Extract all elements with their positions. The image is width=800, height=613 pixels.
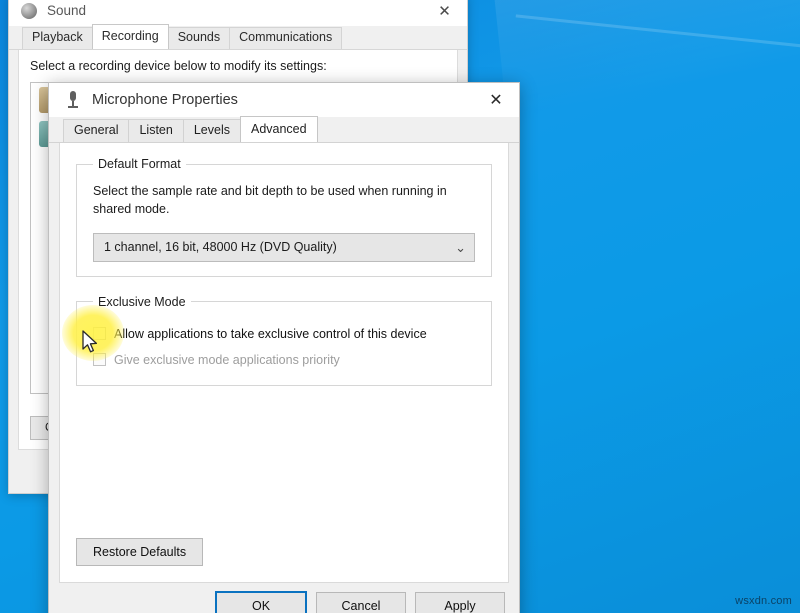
sound-tabstrip: Playback Recording Sounds Communications bbox=[9, 26, 467, 50]
exclusive-priority-checkbox bbox=[93, 353, 106, 366]
default-format-description: Select the sample rate and bit depth to … bbox=[93, 183, 477, 219]
exclusive-priority-label: Give exclusive mode applications priorit… bbox=[114, 353, 340, 367]
microphone-icon bbox=[66, 91, 80, 109]
microphone-properties-dialog: Microphone Properties ✕ General Listen L… bbox=[48, 82, 520, 613]
cancel-button[interactable]: Cancel bbox=[316, 592, 406, 613]
exclusive-mode-group: Exclusive Mode Allow applications to tak… bbox=[76, 295, 492, 386]
recording-instruction: Select a recording device below to modif… bbox=[30, 59, 446, 73]
site-watermark: wsxdn.com bbox=[735, 595, 792, 607]
tab-listen[interactable]: Listen bbox=[128, 119, 183, 142]
restore-defaults-row: Restore Defaults bbox=[76, 538, 203, 567]
apply-button[interactable]: Apply bbox=[415, 592, 505, 613]
default-format-dropdown[interactable]: 1 channel, 16 bit, 48000 Hz (DVD Quality… bbox=[93, 233, 475, 262]
default-format-group: Default Format Select the sample rate an… bbox=[76, 157, 492, 277]
allow-exclusive-control-checkbox[interactable] bbox=[93, 327, 106, 340]
default-format-value: 1 channel, 16 bit, 48000 Hz (DVD Quality… bbox=[104, 240, 337, 254]
sound-titlebar: Sound ✕ bbox=[9, 0, 467, 26]
ok-button[interactable]: OK bbox=[215, 591, 307, 613]
mic-dialog-titlebar: Microphone Properties ✕ bbox=[49, 83, 519, 117]
chevron-down-icon: ⌄ bbox=[455, 241, 466, 254]
allow-exclusive-control-label: Allow applications to take exclusive con… bbox=[114, 327, 427, 341]
exclusive-priority-row: Give exclusive mode applications priorit… bbox=[93, 349, 477, 371]
restore-defaults-button[interactable]: Restore Defaults bbox=[76, 538, 203, 567]
mic-close-button[interactable]: ✕ bbox=[473, 83, 519, 117]
speaker-icon bbox=[21, 3, 37, 19]
tab-levels[interactable]: Levels bbox=[183, 119, 241, 142]
desktop-light-line bbox=[516, 14, 800, 48]
sound-close-button[interactable]: ✕ bbox=[422, 0, 467, 26]
mic-tabstrip: General Listen Levels Advanced bbox=[49, 117, 519, 143]
tab-communications[interactable]: Communications bbox=[229, 27, 342, 49]
mic-dialog-footer: OK Cancel Apply bbox=[49, 584, 519, 613]
tab-playback[interactable]: Playback bbox=[22, 27, 93, 49]
tab-recording[interactable]: Recording bbox=[92, 24, 169, 49]
tab-sounds[interactable]: Sounds bbox=[168, 27, 230, 49]
desktop-light-streak bbox=[493, 0, 800, 142]
exclusive-mode-legend: Exclusive Mode bbox=[93, 295, 191, 309]
screen: wsxdn.com Sound ✕ Playback Recording Sou… bbox=[0, 0, 800, 613]
advanced-tab-panel: Default Format Select the sample rate an… bbox=[59, 143, 509, 583]
mic-dialog-title: Microphone Properties bbox=[92, 92, 238, 108]
tab-advanced[interactable]: Advanced bbox=[240, 116, 318, 142]
sound-window-title: Sound bbox=[47, 3, 86, 18]
exclusive-control-row[interactable]: Allow applications to take exclusive con… bbox=[93, 323, 477, 345]
default-format-legend: Default Format bbox=[93, 157, 186, 171]
tab-general[interactable]: General bbox=[63, 119, 129, 142]
